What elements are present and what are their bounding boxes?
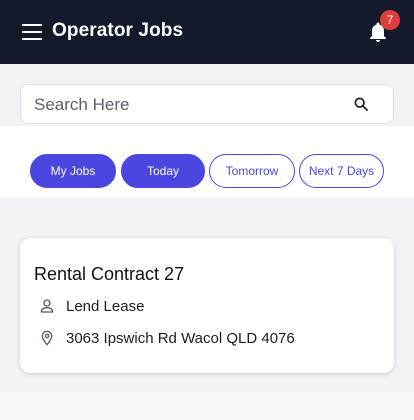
- tab-today[interactable]: Today: [121, 154, 205, 188]
- person-icon: [40, 299, 54, 313]
- list-footer: [0, 392, 414, 420]
- app-header: Operator Jobs 7: [0, 0, 414, 64]
- search-box[interactable]: [20, 84, 394, 124]
- job-address: 3063 Ipswich Rd Wacol QLD 4076: [66, 330, 295, 347]
- tab-tomorrow[interactable]: Tomorrow: [209, 154, 295, 188]
- location-pin-icon: [41, 330, 53, 346]
- page-title: Operator Jobs: [52, 20, 184, 41]
- tab-next-7-days[interactable]: Next 7 Days: [299, 154, 384, 188]
- search-icon[interactable]: [353, 96, 369, 112]
- hamburger-menu-icon[interactable]: [22, 24, 42, 40]
- tab-my-jobs[interactable]: My Jobs: [30, 154, 116, 188]
- job-client: Lend Lease: [66, 298, 145, 315]
- search-input[interactable]: [34, 94, 334, 116]
- notification-badge: 7: [380, 10, 400, 30]
- job-title: Rental Contract 27: [34, 264, 185, 284]
